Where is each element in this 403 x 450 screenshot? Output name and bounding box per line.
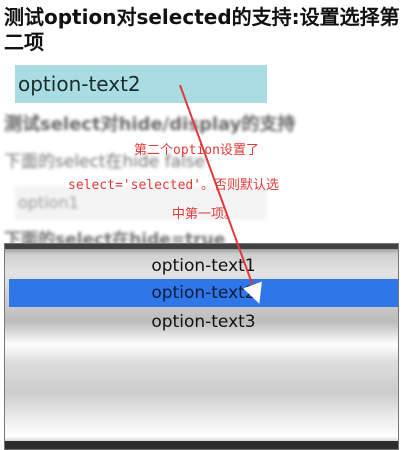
page: 测试option对selected的支持:设置选择第二项 option-text… xyxy=(0,0,403,450)
option-item[interactable]: option-text3 xyxy=(9,308,398,336)
annotation-line-2: select='selected'。否则默认选 xyxy=(68,178,280,193)
option-select[interactable]: option-text2 xyxy=(15,65,267,103)
page-title: 测试option对selected的支持:设置选择第二项 xyxy=(4,5,400,54)
dropdown-top-border xyxy=(5,244,398,249)
background-select-value: option1 xyxy=(18,193,79,212)
option-item-selected[interactable]: option-text2 xyxy=(9,279,398,307)
background-heading: 测试select对hide/display的支持 xyxy=(4,114,296,135)
select-value: option-text2 xyxy=(18,72,141,96)
dropdown-bottom-border xyxy=(5,441,398,449)
options-dropdown: option-text1 option-text2 option-text3 xyxy=(4,243,399,450)
annotation-line-1: 第二个option设置了 xyxy=(134,143,259,158)
option-item[interactable]: option-text1 xyxy=(9,252,398,280)
annotation-line-3: 中第一项。 xyxy=(172,207,238,222)
